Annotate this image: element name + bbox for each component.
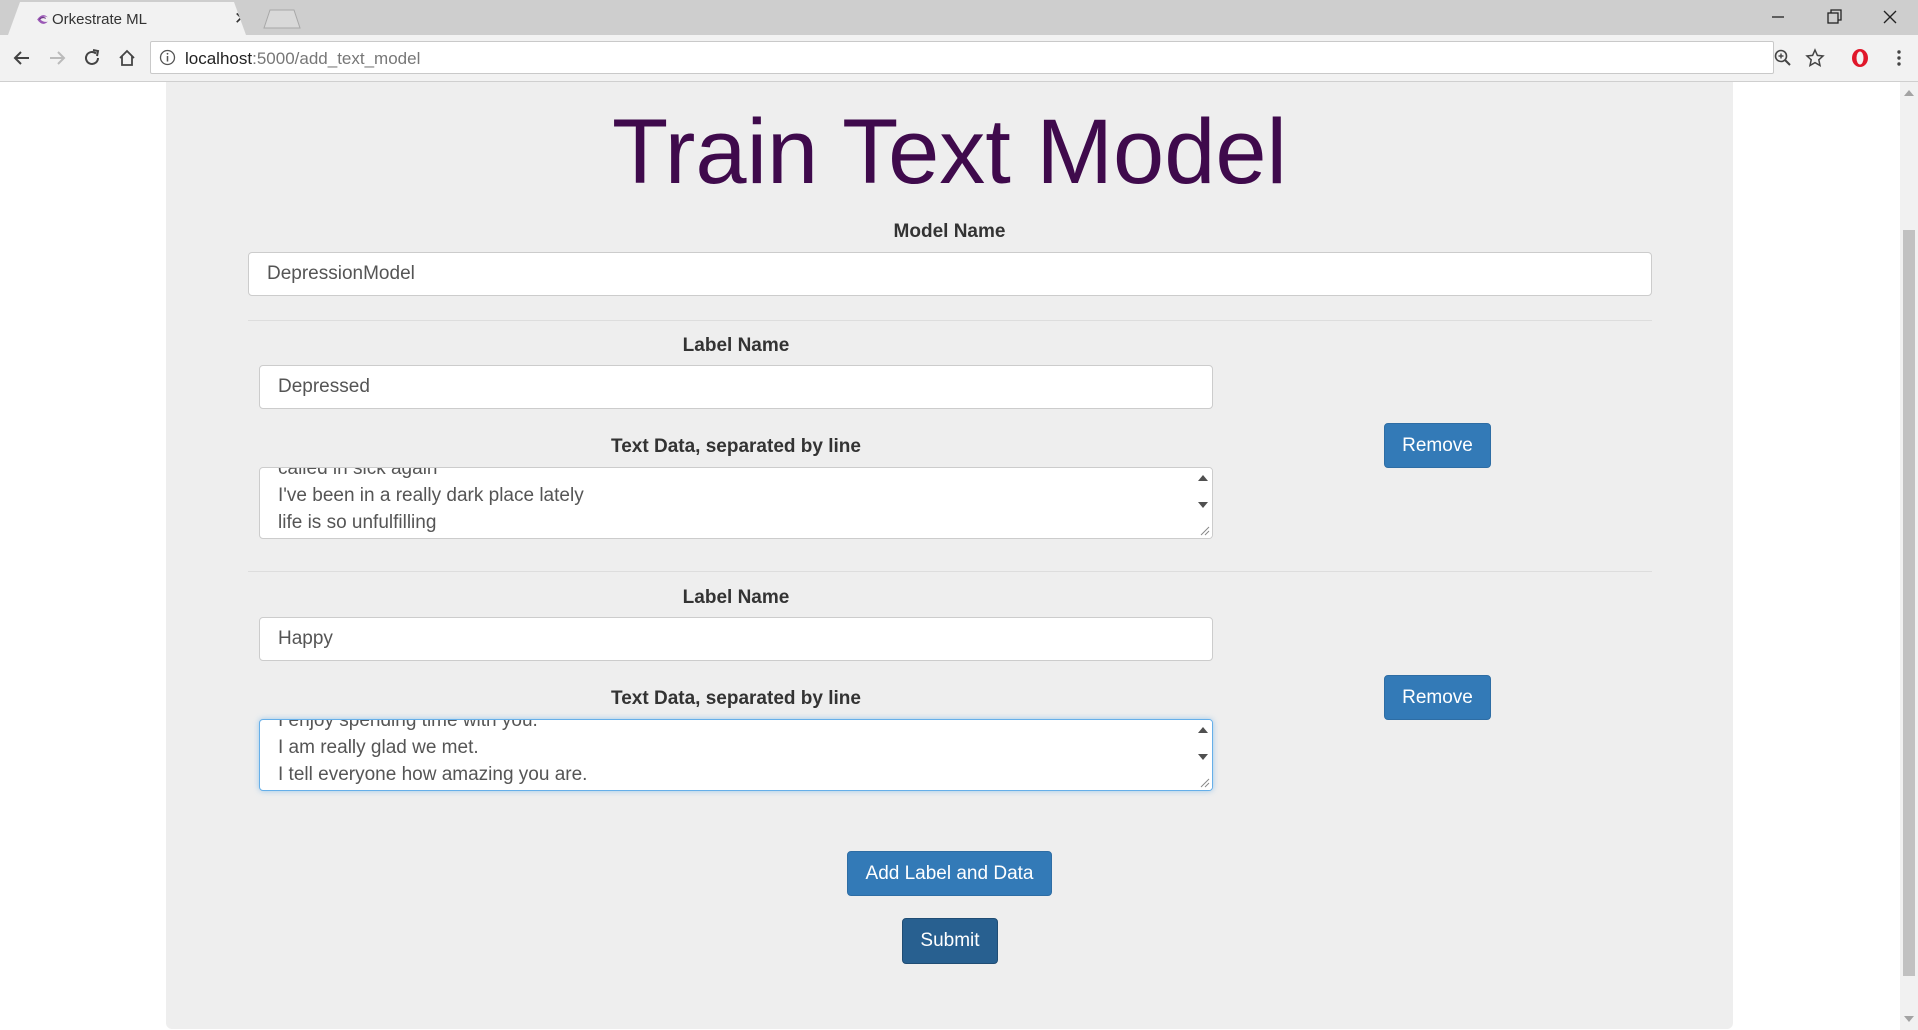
resize-grip-icon[interactable] <box>1198 776 1210 788</box>
zoom-icon[interactable] <box>1773 48 1793 68</box>
text-line: called in sick again <box>278 467 438 479</box>
scroll-thumb[interactable] <box>1903 230 1915 976</box>
label-name-label: Label Name <box>682 335 790 356</box>
browser-toolbar: localhost:5000/add_text_model <box>0 35 1918 82</box>
close-window-icon[interactable] <box>1870 5 1910 29</box>
add-label-and-data-button[interactable]: Add Label and Data <box>847 851 1052 896</box>
divider <box>248 571 1652 572</box>
opera-extension-icon[interactable] <box>1849 47 1871 69</box>
page-title: Train Text Model <box>612 101 1287 203</box>
forward-arrow-icon[interactable] <box>46 47 68 69</box>
url-text[interactable]: localhost:5000/add_text_model <box>185 49 420 69</box>
divider <box>248 320 1652 321</box>
scroll-down-arrow-icon[interactable] <box>1198 754 1208 760</box>
new-tab-button[interactable] <box>262 9 302 29</box>
text-data-label: Text Data, separated by line <box>611 688 861 709</box>
tab-strip: Orkestrate ML ✕ <box>0 0 1918 35</box>
tab-title: Orkestrate ML <box>52 11 148 28</box>
text-line: I tell everyone how amazing you are. <box>278 764 588 785</box>
label-name-input[interactable]: Happy <box>259 617 1213 661</box>
page-viewport: Train Text Model Model Name DepressionMo… <box>0 82 1900 1030</box>
browser-tab[interactable]: Orkestrate ML ✕ <box>8 2 246 35</box>
label-name-label: Label Name <box>682 587 790 608</box>
restore-icon[interactable] <box>1814 5 1854 29</box>
model-name-input[interactable]: DepressionModel <box>248 252 1652 296</box>
reload-icon[interactable] <box>81 47 103 69</box>
form-panel: Train Text Model Model Name DepressionMo… <box>166 82 1733 1029</box>
remove-button[interactable]: Remove <box>1384 423 1491 468</box>
text-line: life is so unfulfilling <box>278 512 437 533</box>
resize-grip-icon[interactable] <box>1198 524 1210 536</box>
tab-close-icon[interactable]: ✕ <box>234 10 246 27</box>
submit-button[interactable]: Submit <box>902 918 998 964</box>
address-bar[interactable]: localhost:5000/add_text_model <box>150 41 1825 74</box>
info-icon[interactable] <box>159 49 176 66</box>
home-icon[interactable] <box>116 47 138 69</box>
text-data-textarea[interactable]: I enjoy spending time with you. I am rea… <box>259 719 1213 791</box>
text-line: I am really glad we met. <box>278 737 479 758</box>
page-scrollbar[interactable] <box>1900 82 1918 1030</box>
label-name-input[interactable]: Depressed <box>259 365 1213 409</box>
bookmark-star-icon[interactable] <box>1805 48 1825 68</box>
scroll-up-arrow-icon[interactable] <box>1904 90 1914 96</box>
text-data-textarea[interactable]: called in sick again I've been in a real… <box>259 467 1213 539</box>
scroll-down-arrow-icon[interactable] <box>1198 502 1208 508</box>
text-data-label: Text Data, separated by line <box>611 436 861 457</box>
orkestrate-logo-icon <box>37 15 48 24</box>
text-line: I've been in a really dark place lately <box>278 485 584 506</box>
scroll-up-arrow-icon[interactable] <box>1198 475 1208 481</box>
scroll-down-arrow-icon[interactable] <box>1904 1016 1914 1022</box>
model-name-label: Model Name <box>893 221 1006 242</box>
text-line: I enjoy spending time with you. <box>278 719 538 731</box>
back-arrow-icon[interactable] <box>11 47 33 69</box>
minimize-icon[interactable] <box>1758 5 1798 29</box>
menu-kebab-icon[interactable] <box>1888 47 1910 69</box>
remove-button[interactable]: Remove <box>1384 675 1491 720</box>
scroll-up-arrow-icon[interactable] <box>1198 727 1208 733</box>
